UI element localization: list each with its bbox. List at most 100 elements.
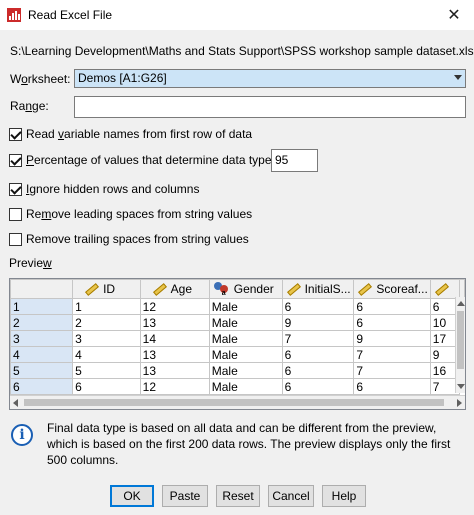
preview-table: ID Age a Gender InitialS... Scoreaf... 1 … [10, 279, 465, 395]
cancel-button[interactable]: Cancel [268, 485, 314, 507]
remove-trailing-option[interactable]: Remove trailing spaces from string value… [9, 232, 249, 246]
table-cell: 6 [281, 378, 355, 395]
table-cell: 2 [72, 314, 141, 331]
percentage-checkbox[interactable] [9, 153, 22, 167]
table-row: 5 5 13 Male 6 7 16 [10, 362, 465, 379]
table-cell: 6 [281, 346, 355, 363]
column-header[interactable]: a Gender [208, 279, 283, 299]
horizontal-scrollbar[interactable] [10, 395, 465, 409]
scroll-down-icon[interactable] [457, 384, 465, 389]
table-cell: 7 [353, 346, 431, 363]
chevron-down-icon [454, 75, 462, 80]
worksheet-select[interactable]: Demos [A1:G26] [74, 69, 466, 88]
row-number: 2 [10, 314, 74, 331]
ruler-icon [358, 282, 373, 296]
column-header[interactable] [429, 279, 461, 299]
table-row: 2 2 13 Male 9 6 10 [10, 314, 465, 331]
table-cell: 14 [139, 330, 210, 347]
preview-label: Preview [9, 256, 52, 270]
table-cell: Male [208, 298, 283, 315]
row-number: 3 [10, 330, 74, 347]
paste-button[interactable]: Paste [162, 485, 208, 507]
row-number: 4 [10, 346, 74, 363]
column-header[interactable]: ID [72, 279, 141, 299]
table-cell: Male [208, 314, 283, 331]
table-cell: Male [208, 330, 283, 347]
table-cell: Male [208, 362, 283, 379]
table-cell: 3 [72, 330, 141, 347]
table-cell: 7 [281, 330, 355, 347]
remove-trailing-label: Remove trailing spaces from string value… [26, 232, 249, 246]
remove-leading-label: Remove leading spaces from string values [26, 207, 253, 221]
table-cell: 7 [353, 362, 431, 379]
close-button[interactable]: ✕ [434, 0, 474, 30]
table-cell: 4 [72, 346, 141, 363]
column-header [459, 279, 465, 299]
title-bar: Read Excel File ✕ [0, 0, 474, 30]
ruler-icon [85, 282, 100, 296]
table-cell: Male [208, 378, 283, 395]
table-cell: 6 [353, 378, 431, 395]
ignore-hidden-checkbox[interactable] [9, 182, 22, 196]
table-row: 6 6 12 Male 6 6 7 [10, 378, 465, 395]
percentage-option[interactable]: Percentage of values that determine data… [9, 153, 275, 167]
column-header[interactable]: InitialS... [281, 279, 355, 299]
table-cell: 13 [139, 314, 210, 331]
table-cell: 13 [139, 346, 210, 363]
table-cell: 13 [139, 362, 210, 379]
remove-leading-checkbox[interactable] [9, 207, 22, 221]
table-cell: 6 [281, 298, 355, 315]
row-number: 1 [10, 298, 74, 315]
preview-header-row: ID Age a Gender InitialS... Scoreaf... [10, 279, 465, 299]
column-header[interactable]: Scoreaf... [353, 279, 431, 299]
read-variable-names-checkbox[interactable] [9, 127, 22, 141]
vertical-scroll-thumb[interactable] [457, 311, 464, 369]
remove-trailing-checkbox[interactable] [9, 232, 22, 246]
scroll-left-icon[interactable] [13, 399, 18, 407]
table-row: 3 3 14 Male 7 9 17 [10, 330, 465, 347]
horizontal-scroll-thumb[interactable] [24, 399, 444, 406]
read-variable-names-option[interactable]: Read variable names from first row of da… [9, 127, 252, 141]
row-number-header [10, 279, 74, 299]
spss-app-icon [6, 7, 22, 23]
ruler-icon [434, 282, 449, 296]
ignore-hidden-option[interactable]: Ignore hidden rows and columns [9, 182, 199, 196]
window-title: Read Excel File [28, 8, 113, 22]
range-input[interactable] [74, 96, 466, 118]
table-cell: 12 [139, 298, 210, 315]
worksheet-selected-value: Demos [A1:G26] [75, 70, 465, 87]
ok-button[interactable]: OK [110, 485, 154, 507]
preview-grid[interactable]: ID Age a Gender InitialS... Scoreaf... 1 … [9, 278, 466, 410]
scroll-right-icon[interactable] [457, 399, 462, 407]
table-cell: 5 [72, 362, 141, 379]
scroll-up-icon[interactable] [457, 301, 465, 306]
table-cell: 9 [353, 330, 431, 347]
worksheet-label: Worksheet: [10, 72, 71, 86]
table-cell: 12 [139, 378, 210, 395]
info-message: Final data type is based on all data and… [47, 421, 451, 467]
table-cell: 6 [72, 378, 141, 395]
table-cell: 6 [353, 314, 431, 331]
percentage-input[interactable]: 95 [271, 149, 318, 172]
table-cell: Male [208, 346, 283, 363]
table-row: 1 1 12 Male 6 6 6 [10, 298, 465, 315]
reset-button[interactable]: Reset [216, 485, 260, 507]
read-variable-names-label: Read variable names from first row of da… [26, 127, 253, 141]
table-cell: 1 [72, 298, 141, 315]
table-row: 4 4 13 Male 6 7 9 [10, 346, 465, 363]
help-button[interactable]: Help [322, 485, 366, 507]
table-cell: 6 [281, 362, 355, 379]
percentage-label: Percentage of values that determine data… [26, 153, 275, 167]
ignore-hidden-label: Ignore hidden rows and columns [26, 182, 200, 196]
vertical-scrollbar[interactable] [455, 297, 465, 393]
table-cell: 6 [353, 298, 431, 315]
row-number: 5 [10, 362, 74, 379]
ruler-icon [152, 282, 167, 296]
table-cell: 9 [281, 314, 355, 331]
column-header[interactable]: Age [139, 279, 210, 299]
info-icon: i [11, 424, 33, 446]
file-path: S:\Learning Development\Maths and Stats … [10, 44, 474, 58]
remove-leading-option[interactable]: Remove leading spaces from string values [9, 207, 252, 221]
row-number: 6 [10, 378, 74, 395]
ruler-icon [286, 282, 301, 296]
